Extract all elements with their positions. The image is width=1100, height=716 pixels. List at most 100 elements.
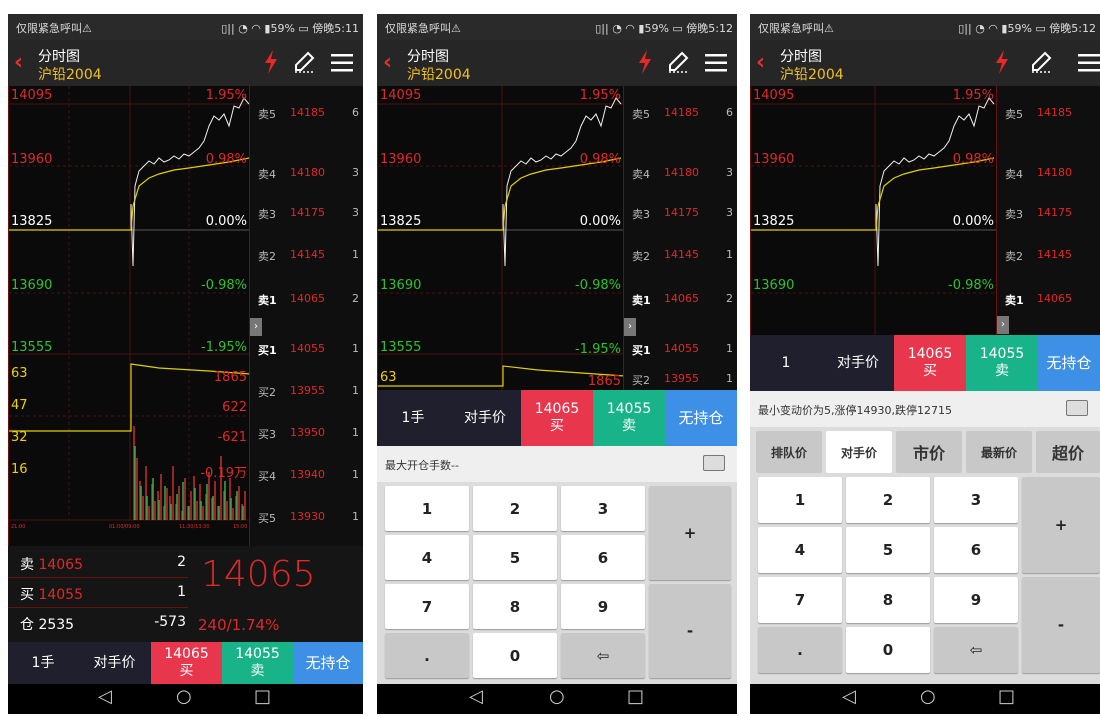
bid-row-4[interactable]: 买4 13940 1 bbox=[250, 468, 363, 488]
ask-row-3[interactable]: 卖3 14175 3 bbox=[250, 206, 363, 226]
nav-recent-icon[interactable]: □ bbox=[627, 686, 644, 707]
key-0[interactable]: 0 bbox=[846, 627, 930, 673]
nav-back-icon[interactable]: ◁ bbox=[469, 686, 483, 707]
intraday-chart[interactable]: 14095 13960 13825 13690 13555 1.95% 0.98… bbox=[8, 86, 250, 546]
key-3[interactable]: 3 bbox=[934, 477, 1018, 523]
key-6[interactable]: 6 bbox=[561, 535, 645, 580]
key-minus[interactable]: - bbox=[1022, 577, 1100, 673]
lot-button[interactable]: 1手 bbox=[377, 390, 449, 446]
key-dot[interactable]: . bbox=[758, 627, 842, 673]
buy-button[interactable]: 14065 买 bbox=[894, 335, 966, 391]
key-6[interactable]: 6 bbox=[934, 527, 1018, 573]
nav-back-icon[interactable]: ◁ bbox=[842, 686, 856, 707]
back-icon[interactable]: ‹ bbox=[756, 50, 765, 75]
price-mode-button[interactable]: 对手价 bbox=[822, 335, 894, 391]
pct-label-2: 0.98% bbox=[205, 152, 247, 167]
nav-recent-icon[interactable]: □ bbox=[254, 686, 271, 707]
price-mode-button[interactable]: 对手价 bbox=[449, 390, 521, 446]
backspace-icon[interactable]: ⇦ bbox=[934, 627, 1018, 673]
bid-row-5[interactable]: 买5 13930 1 bbox=[250, 510, 363, 530]
sell-button[interactable]: 14055 卖 bbox=[593, 390, 665, 446]
key-9[interactable]: 9 bbox=[934, 577, 1018, 623]
ask-row-2[interactable]: 卖2 14145 1 bbox=[624, 248, 737, 268]
bid-row-3[interactable]: 买3 13950 1 bbox=[250, 426, 363, 446]
position-button[interactable]: 无持仓 bbox=[1038, 335, 1100, 391]
key-8[interactable]: 8 bbox=[846, 577, 930, 623]
keyboard-icon[interactable] bbox=[703, 455, 725, 471]
sell-button[interactable]: 14055 卖 bbox=[222, 642, 293, 684]
sell-button[interactable]: 14055 卖 bbox=[966, 335, 1038, 391]
key-9[interactable]: 9 bbox=[561, 584, 645, 629]
key-1[interactable]: 1 bbox=[758, 477, 842, 523]
key-8[interactable]: 8 bbox=[473, 584, 557, 629]
bid-row-1[interactable]: 买1 14055 1 bbox=[624, 342, 737, 362]
bid-row-2[interactable]: 买2 13955 1 bbox=[250, 384, 363, 404]
bid-row-2[interactable]: 买2 13955 1 bbox=[624, 372, 737, 390]
key-plus[interactable]: + bbox=[649, 486, 731, 580]
price-mode-button[interactable]: 对手价 bbox=[78, 642, 151, 684]
flash-order-icon[interactable] bbox=[994, 50, 1010, 74]
collapse-icon[interactable]: › bbox=[250, 318, 262, 336]
ask-row-1[interactable]: 卖1 14065 2 bbox=[624, 292, 737, 312]
position-button[interactable]: 无持仓 bbox=[665, 390, 737, 446]
menu-icon[interactable] bbox=[331, 54, 353, 72]
ask-row-3[interactable]: 卖3 14175 3 bbox=[624, 206, 737, 226]
ask-row-2[interactable]: 卖2 14145 1 bbox=[250, 248, 363, 268]
collapse-icon[interactable]: › bbox=[997, 316, 1009, 334]
flash-order-icon[interactable] bbox=[263, 50, 279, 74]
collapse-icon[interactable]: › bbox=[624, 318, 636, 336]
flash-order-icon[interactable] bbox=[637, 50, 653, 74]
nav-home-icon[interactable]: ○ bbox=[549, 686, 565, 707]
ask-row-5[interactable]: 卖5 14185 6 bbox=[250, 106, 363, 126]
ask-row-4[interactable]: 卖4 14180 3 bbox=[624, 166, 737, 186]
position-button[interactable]: 无持仓 bbox=[293, 642, 363, 684]
ask-row-4[interactable]: 卖4 14180 bbox=[997, 166, 1100, 186]
menu-icon[interactable] bbox=[1078, 54, 1100, 72]
key-minus[interactable]: - bbox=[649, 584, 731, 678]
key-3[interactable]: 3 bbox=[561, 486, 645, 531]
key-1[interactable]: 1 bbox=[385, 486, 469, 531]
key-2[interactable]: 2 bbox=[846, 477, 930, 523]
key-plus[interactable]: + bbox=[1022, 477, 1100, 573]
tab-market-price[interactable]: 市价 bbox=[896, 431, 962, 473]
lot-button[interactable]: 1手 bbox=[8, 642, 78, 684]
back-icon[interactable]: ‹ bbox=[383, 50, 392, 75]
ask-row-5[interactable]: 卖5 14185 bbox=[997, 106, 1100, 126]
key-5[interactable]: 5 bbox=[846, 527, 930, 573]
nav-home-icon[interactable]: ○ bbox=[176, 686, 192, 707]
back-icon[interactable]: ‹ bbox=[14, 50, 23, 75]
ask-row-1[interactable]: 卖1 14065 2 bbox=[250, 292, 363, 312]
key-4[interactable]: 4 bbox=[385, 535, 469, 580]
draw-tool-icon[interactable] bbox=[1030, 51, 1052, 73]
nav-recent-icon[interactable]: □ bbox=[998, 686, 1015, 707]
menu-icon[interactable] bbox=[705, 54, 727, 72]
tab-last-price[interactable]: 最新价 bbox=[966, 431, 1032, 473]
draw-tool-icon[interactable] bbox=[667, 51, 689, 73]
intraday-chart[interactable]: 14095 13960 13825 13690 13555 1.95% 0.98… bbox=[377, 86, 624, 390]
bid-row-1[interactable]: 买1 14055 1 bbox=[250, 342, 363, 362]
ask-row-1[interactable]: 卖1 14065 bbox=[997, 292, 1100, 312]
intraday-chart[interactable]: 14095 13960 13825 13690 1.95% 0.98% 0.00… bbox=[750, 86, 997, 335]
tab-queue-price[interactable]: 排队价 bbox=[756, 431, 822, 473]
ask-row-3[interactable]: 卖3 14175 bbox=[997, 206, 1100, 226]
key-2[interactable]: 2 bbox=[473, 486, 557, 531]
buy-button[interactable]: 14065 买 bbox=[151, 642, 222, 684]
ask-row-2[interactable]: 卖2 14145 bbox=[997, 248, 1100, 268]
draw-tool-icon[interactable] bbox=[293, 51, 315, 73]
keyboard-icon[interactable] bbox=[1066, 400, 1088, 416]
ask-row-5[interactable]: 卖5 14185 6 bbox=[624, 106, 737, 126]
key-4[interactable]: 4 bbox=[758, 527, 842, 573]
key-0[interactable]: 0 bbox=[473, 633, 557, 678]
tab-over-price[interactable]: 超价 bbox=[1036, 431, 1100, 473]
key-7[interactable]: 7 bbox=[758, 577, 842, 623]
nav-home-icon[interactable]: ○ bbox=[920, 686, 936, 707]
nav-back-icon[interactable]: ◁ bbox=[98, 686, 112, 707]
ask-row-4[interactable]: 卖4 14180 3 bbox=[250, 166, 363, 186]
key-5[interactable]: 5 bbox=[473, 535, 557, 580]
lot-button[interactable]: 1 bbox=[750, 335, 822, 391]
tab-counter-price[interactable]: 对手价 bbox=[826, 431, 892, 473]
buy-button[interactable]: 14065 买 bbox=[521, 390, 593, 446]
key-7[interactable]: 7 bbox=[385, 584, 469, 629]
backspace-icon[interactable]: ⇦ bbox=[561, 633, 645, 678]
key-dot[interactable]: . bbox=[385, 633, 469, 678]
